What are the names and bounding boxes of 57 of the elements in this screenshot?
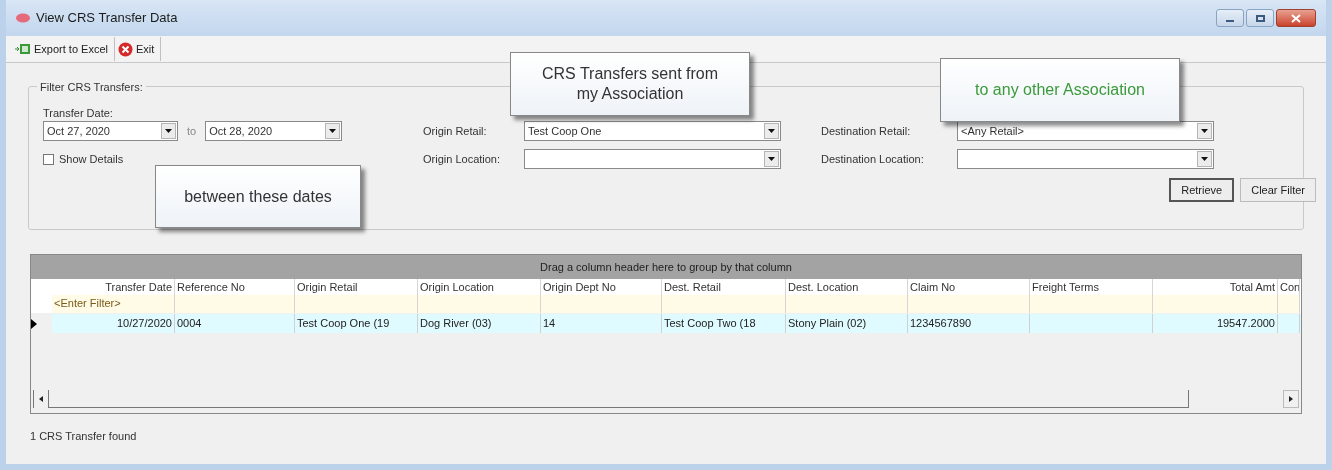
scroll-right-button[interactable]: [1283, 390, 1299, 408]
minimize-button[interactable]: [1216, 9, 1244, 27]
table-cell-text: Dog River (03): [419, 316, 493, 332]
field-label: Destination Retail:: [821, 123, 912, 139]
origin-location-dropdown[interactable]: [524, 149, 781, 169]
checkbox-label: Show Details: [59, 152, 124, 167]
filter-cell[interactable]: [1153, 295, 1277, 313]
table-row[interactable]: 10/27/2020 0004 Test Coop One (19 Dog River (03) 14 Test Coop Two (18 Stony Plain (02) 1234567890 19547.2000: [31, 314, 1301, 333]
checkbox[interactable]: [43, 153, 54, 165]
filter-cell[interactable]: [786, 295, 907, 313]
close-button[interactable]: [1276, 9, 1316, 27]
filter-cell[interactable]: [175, 295, 294, 313]
action-button[interactable]: Retrieve: [1169, 178, 1235, 202]
table-cell-text: 0004: [176, 316, 203, 332]
date-picker[interactable]: Oct 28, 2020: [205, 121, 343, 141]
filter-cell[interactable]: [541, 295, 661, 313]
close-circle-icon: [118, 41, 133, 57]
left-arrow-icon: [39, 396, 43, 402]
filter-cell[interactable]: [908, 295, 1029, 313]
filter-cell[interactable]: [295, 295, 417, 313]
filter-cell[interactable]: [1278, 295, 1299, 313]
table-cell-text: Test Coop Two (18: [663, 316, 757, 332]
filter-cell[interactable]: [1030, 295, 1152, 313]
group-panel: Drag a column header here to group by that column: [31, 255, 1301, 279]
spreadsheet-icon: [15, 43, 31, 55]
scroll-left-button[interactable]: [33, 390, 49, 408]
field-label: Origin Retail:: [423, 123, 488, 139]
maximize-button[interactable]: [1246, 9, 1274, 27]
toolbar-button[interactable]: Exit: [115, 37, 162, 61]
table-cell-text: Test Coop One (19: [296, 316, 391, 332]
toolbar-button[interactable]: Export to Excel: [12, 37, 115, 61]
destination-retail-dropdown[interactable]: <Any Retail>: [957, 121, 1214, 141]
right-arrow-icon: [1289, 396, 1293, 402]
origin-retail-dropdown[interactable]: Test Coop One: [524, 121, 781, 141]
table-cell-text: 19547.2000: [1215, 316, 1276, 332]
callout-note: between these dates: [155, 165, 361, 228]
callout-note: to any other Association: [940, 58, 1180, 122]
filter-cell[interactable]: [662, 295, 785, 313]
filter-cell[interactable]: [418, 295, 540, 313]
table-cell-text: 14: [542, 316, 557, 332]
close-icon: [1291, 13, 1301, 23]
callout-note: CRS Transfers sent from my Association: [510, 52, 750, 116]
table-cell-text: 10/27/2020: [115, 316, 173, 332]
field-label: Origin Location:: [423, 151, 502, 167]
range-label: to: [187, 123, 197, 139]
field-label: Transfer Date:: [43, 106, 114, 119]
current-row-icon: [31, 318, 37, 329]
table-cell-text: 1234567890: [909, 316, 973, 332]
filter-cell[interactable]: <Enter Filter>: [52, 295, 174, 313]
action-button[interactable]: Clear Filter: [1240, 178, 1316, 202]
date-picker[interactable]: Oct 27, 2020: [43, 121, 178, 141]
window-title: View CRS Transfer Data: [36, 9, 178, 28]
app-icon: [16, 13, 30, 23]
status-text: 1 CRS Transfer found: [30, 429, 138, 444]
field-label: Destination Location:: [821, 151, 925, 167]
table-cell-text: Stony Plain (02): [787, 316, 868, 332]
destination-location-dropdown[interactable]: [957, 149, 1214, 169]
